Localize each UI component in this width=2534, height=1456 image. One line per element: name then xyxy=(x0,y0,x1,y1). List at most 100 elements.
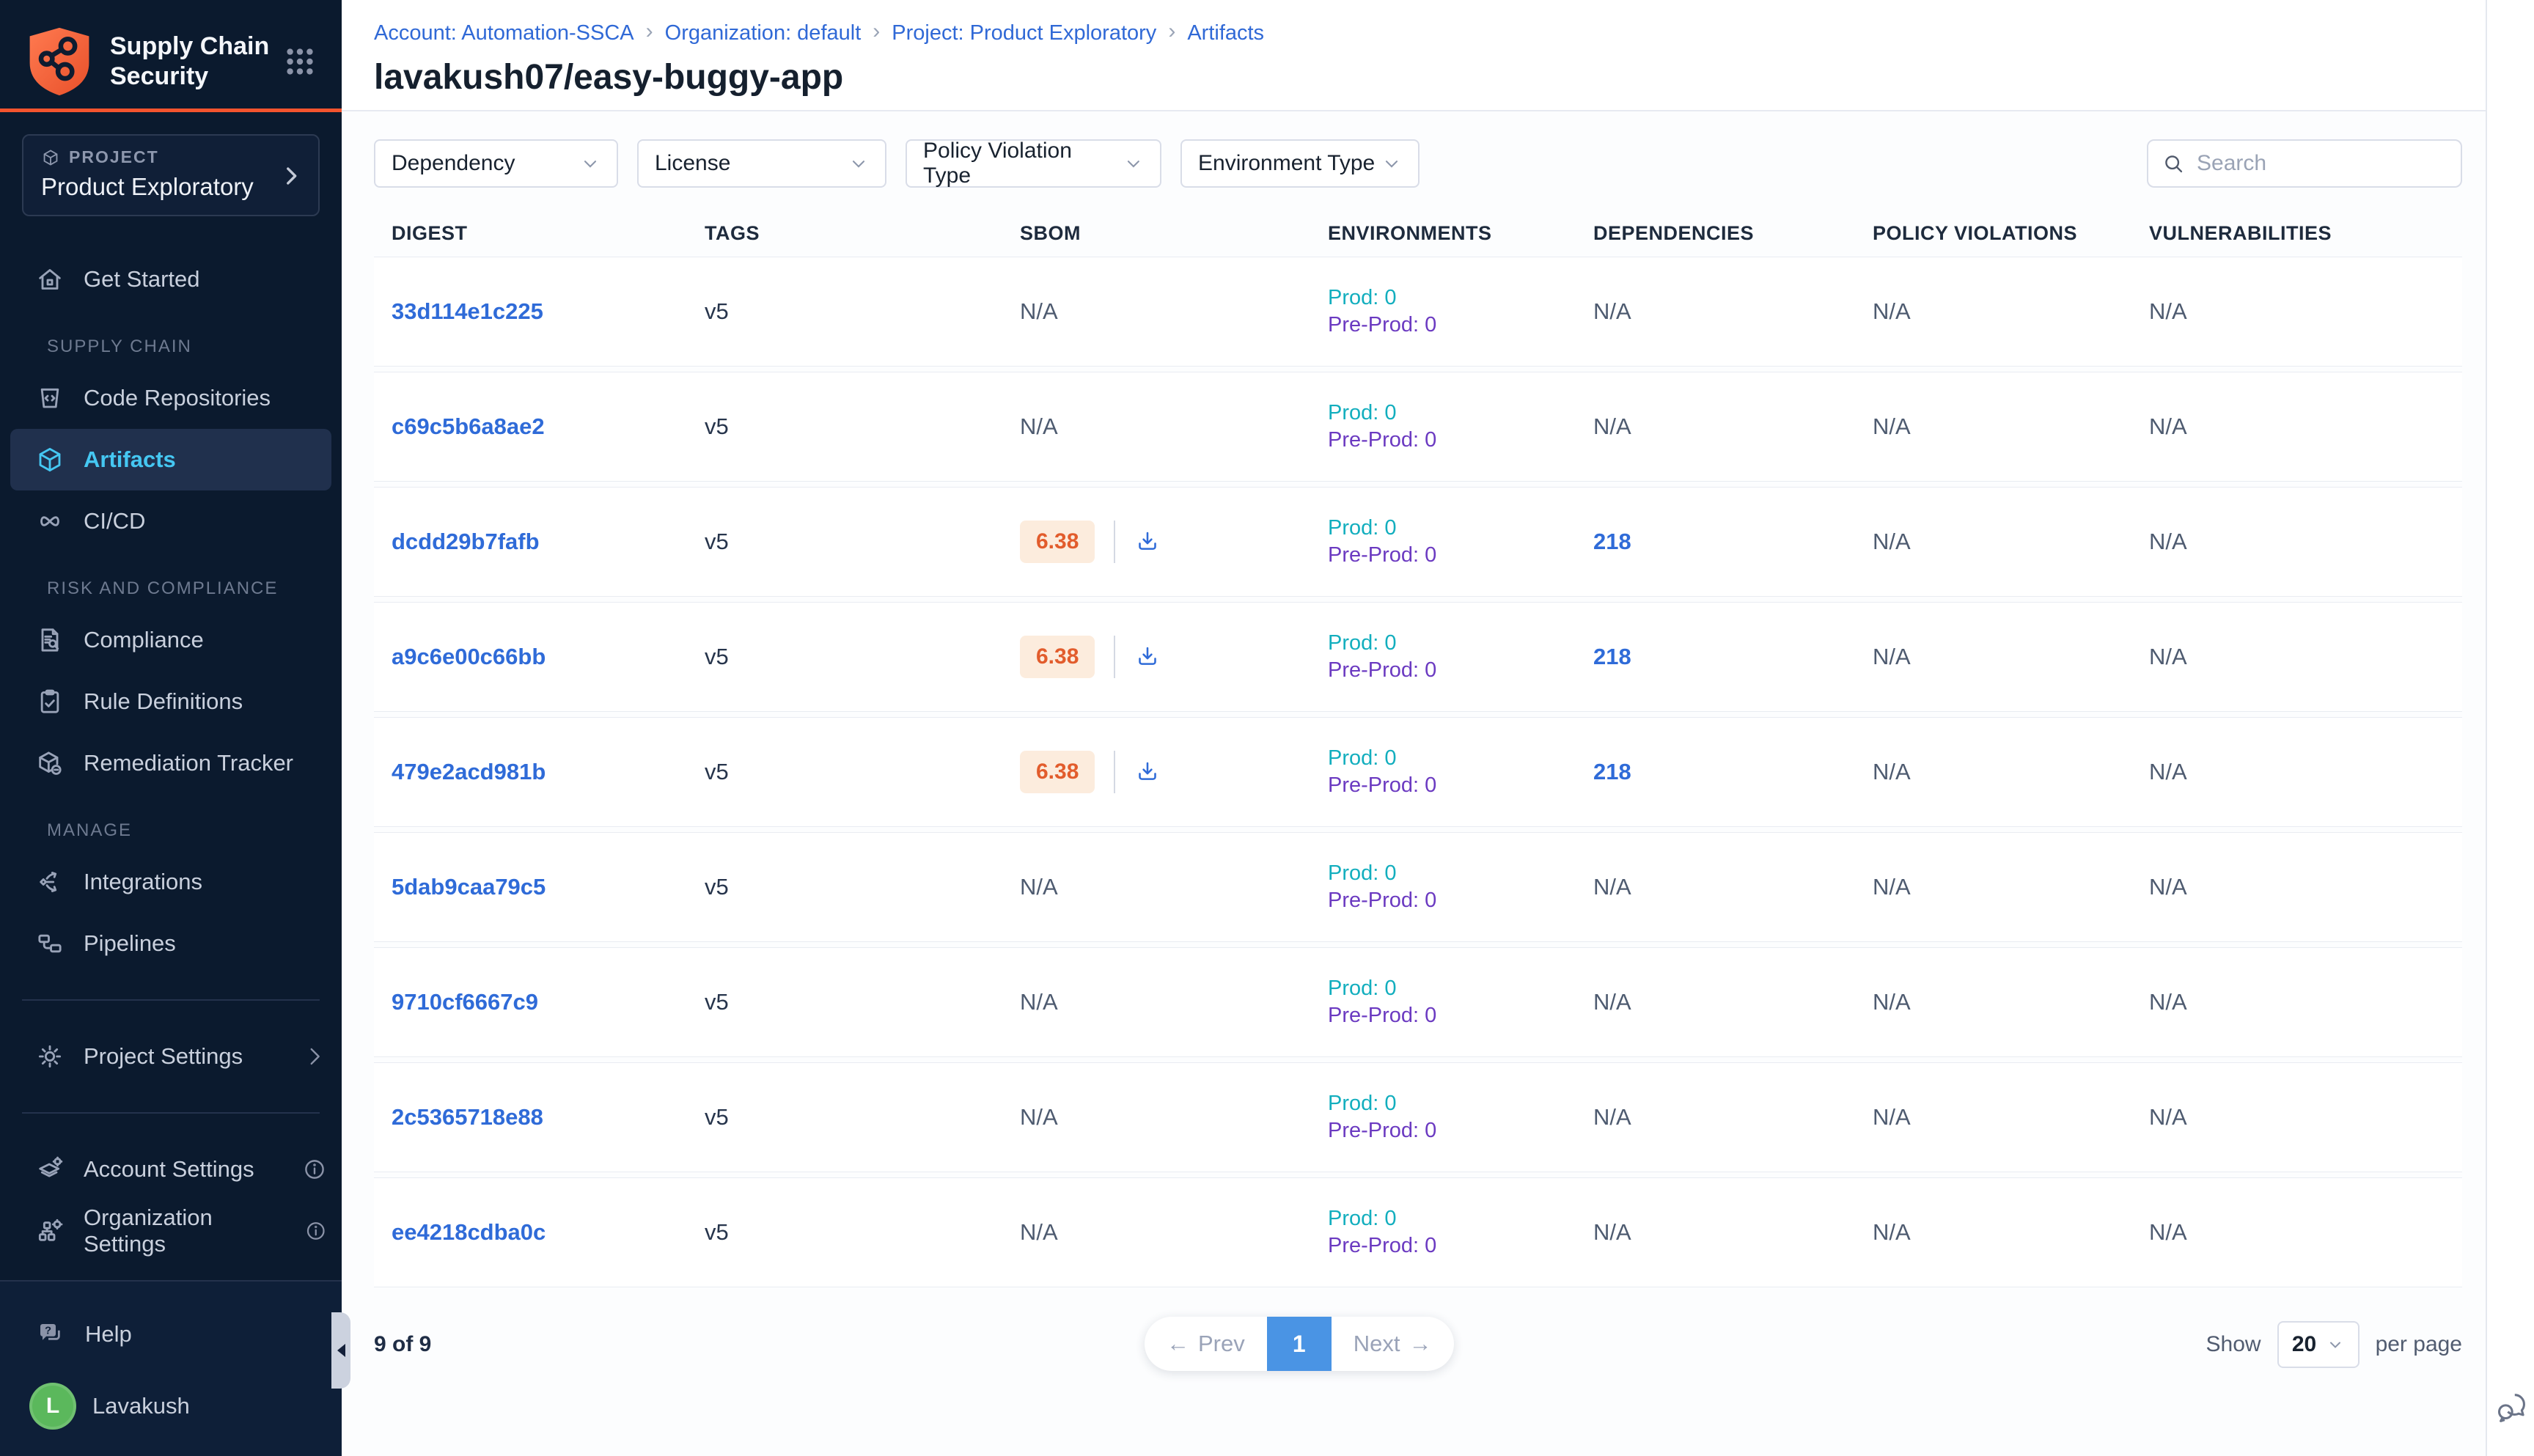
digest-link[interactable]: a9c6e00c66bb xyxy=(392,644,705,670)
sidebar-item-label: Remediation Tracker xyxy=(84,750,293,776)
table-row: 479e2acd981bv5 6.38 Prod: 0 Pre-Prod: 02… xyxy=(374,717,2462,827)
sidebar-section-label: SUPPLY CHAIN xyxy=(47,337,342,357)
user-menu[interactable]: L Lavakush xyxy=(0,1375,342,1437)
breadcrumb-separator: › xyxy=(873,19,880,44)
page-1-button[interactable]: 1 xyxy=(1267,1317,1332,1371)
digest-link[interactable]: dcdd29b7fafb xyxy=(392,529,705,555)
vulnerabilities-cell: N/A xyxy=(2149,1219,2462,1246)
vulnerabilities-cell: N/A xyxy=(2149,529,2462,555)
environments-cell: Prod: 0 Pre-Prod: 0 xyxy=(1328,284,1593,339)
main-content: Account: Automation-SSCA › Organization: d… xyxy=(342,0,2534,1456)
help-chat-icon: ? xyxy=(35,1319,66,1350)
sbom-cell: N/A xyxy=(1020,989,1328,1015)
env-preprod: Pre-Prod: 0 xyxy=(1328,657,1593,684)
page-title: lavakush07/easy-buggy-app xyxy=(374,57,2462,98)
arrow-right-icon: → xyxy=(1409,1331,1432,1357)
env-preprod: Pre-Prod: 0 xyxy=(1328,427,1593,454)
sidebar-item-cicd[interactable]: CI/CD xyxy=(0,490,342,552)
sbom-cell: 6.38 xyxy=(1020,521,1328,563)
info-icon[interactable] xyxy=(304,1218,327,1243)
sidebar-item-compliance[interactable]: Compliance xyxy=(0,609,342,671)
env-prod: Prod: 0 xyxy=(1328,1205,1593,1232)
breadcrumb-link[interactable]: Project: Product Exploratory xyxy=(892,21,1156,45)
dependencies-link[interactable]: 218 xyxy=(1593,529,1873,555)
environments-cell: Prod: 0 Pre-Prod: 0 xyxy=(1328,1090,1593,1144)
dependencies-cell: N/A xyxy=(1593,874,1873,900)
sidebar-item-rule-definitions[interactable]: Rule Definitions xyxy=(0,671,342,732)
chevron-right-icon xyxy=(279,163,304,188)
tag-cell: v5 xyxy=(705,644,1020,670)
sidebar-item-organization-settings[interactable]: Organization Settings xyxy=(0,1200,342,1262)
sbom-score-badge: 6.38 xyxy=(1020,751,1095,793)
env-prod: Prod: 0 xyxy=(1328,284,1593,312)
env-preprod: Pre-Prod: 0 xyxy=(1328,312,1593,339)
search-box xyxy=(2147,139,2462,188)
table-row: ee4218cdba0cv5N/A Prod: 0 Pre-Prod: 0N/A… xyxy=(374,1177,2462,1287)
module-grid-icon[interactable] xyxy=(283,45,317,78)
vulnerabilities-cell: N/A xyxy=(2149,989,2462,1015)
breadcrumb-link[interactable]: Organization: default xyxy=(665,21,862,45)
digest-link[interactable]: 2c5365718e88 xyxy=(392,1104,705,1130)
digest-link[interactable]: 9710cf6667c9 xyxy=(392,989,705,1015)
sidebar-item-account-settings[interactable]: Account Settings xyxy=(0,1139,342,1200)
digest-link[interactable]: ee4218cdba0c xyxy=(392,1219,705,1246)
sbom-divider xyxy=(1114,521,1115,563)
sidebar-footer: ? Help L Lavakush xyxy=(0,1280,342,1456)
digest-link[interactable]: 479e2acd981b xyxy=(392,759,705,785)
sbom-cell: N/A xyxy=(1020,1104,1328,1130)
filter-dependency[interactable]: Dependency xyxy=(374,139,618,188)
sidebar-item-integrations[interactable]: Integrations xyxy=(0,851,342,913)
info-icon[interactable] xyxy=(302,1157,327,1182)
digest-link[interactable]: 33d114e1c225 xyxy=(392,298,705,325)
column-header: DIGEST xyxy=(392,222,705,245)
table-header: DIGESTTAGSSBOMENVIRONMENTSDEPENDENCIESPO… xyxy=(374,210,2462,257)
filter-environment-type[interactable]: Environment Type xyxy=(1180,139,1420,188)
table-row: 5dab9caa79c5v5N/A Prod: 0 Pre-Prod: 0N/A… xyxy=(374,832,2462,942)
org-gear-icon xyxy=(35,1216,65,1246)
policy-violations-cell: N/A xyxy=(1873,644,2149,670)
digest-link[interactable]: 5dab9caa79c5 xyxy=(392,874,705,900)
sidebar-item-project-settings[interactable]: Project Settings xyxy=(0,1026,342,1087)
dependencies-link[interactable]: 218 xyxy=(1593,644,1873,670)
project-selector[interactable]: PROJECT Product Exploratory xyxy=(22,134,320,216)
env-prod: Prod: 0 xyxy=(1328,515,1593,542)
vulnerabilities-cell: N/A xyxy=(2149,1104,2462,1130)
pagination: 9 of 9 ← Prev 1 Next → Show 20 per page xyxy=(374,1317,2462,1372)
layers-gear-icon xyxy=(35,1155,65,1184)
environments-cell: Prod: 0 Pre-Prod: 0 xyxy=(1328,1205,1593,1260)
column-header: TAGS xyxy=(705,222,1020,245)
env-prod: Prod: 0 xyxy=(1328,630,1593,657)
download-sbom-button[interactable] xyxy=(1134,759,1161,785)
dependencies-link[interactable]: 218 xyxy=(1593,759,1873,785)
download-sbom-button[interactable] xyxy=(1134,529,1161,555)
breadcrumb-link[interactable]: Artifacts xyxy=(1187,21,1264,45)
sidebar-item-label: Rule Definitions xyxy=(84,688,243,715)
sbom-cell: 6.38 xyxy=(1020,636,1328,678)
search-input[interactable] xyxy=(2197,151,2447,176)
sidebar-collapse-handle[interactable] xyxy=(331,1312,350,1389)
sidebar-section-label: RISK AND COMPLIANCE xyxy=(47,578,342,599)
table-row: a9c6e00c66bbv5 6.38 Prod: 0 Pre-Prod: 02… xyxy=(374,602,2462,712)
arrow-left-icon: ← xyxy=(1167,1331,1189,1357)
prev-button[interactable]: ← Prev xyxy=(1145,1317,1267,1371)
download-sbom-button[interactable] xyxy=(1134,644,1161,670)
per-page-control: Show 20 per page xyxy=(2206,1321,2462,1368)
digest-link[interactable]: c69c5b6a8ae2 xyxy=(392,413,705,440)
filter-license[interactable]: License xyxy=(637,139,886,188)
breadcrumb-separator: › xyxy=(646,19,653,44)
chat-support-button[interactable] xyxy=(2494,1390,2528,1424)
environments-cell: Prod: 0 Pre-Prod: 0 xyxy=(1328,630,1593,684)
sidebar-item-pipelines[interactable]: Pipelines xyxy=(0,913,342,974)
sidebar-item-artifacts[interactable]: Artifacts xyxy=(10,429,331,490)
policy-violations-cell: N/A xyxy=(1873,298,2149,325)
sidebar-item-get-started[interactable]: Get Started xyxy=(0,249,342,310)
per-page-select[interactable]: 20 xyxy=(2277,1321,2359,1368)
breadcrumb-link[interactable]: Account: Automation-SSCA xyxy=(374,21,634,45)
filter-policy-violation-type[interactable]: Policy Violation Type xyxy=(906,139,1161,188)
policy-violations-cell: N/A xyxy=(1873,1104,2149,1130)
sidebar-item-help[interactable]: ? Help xyxy=(0,1304,342,1365)
sbom-divider xyxy=(1114,636,1115,678)
next-button[interactable]: Next → xyxy=(1332,1317,1454,1371)
sidebar-item-remediation-tracker[interactable]: Remediation Tracker xyxy=(0,732,342,794)
sidebar-item-code-repositories[interactable]: Code Repositories xyxy=(0,367,342,429)
